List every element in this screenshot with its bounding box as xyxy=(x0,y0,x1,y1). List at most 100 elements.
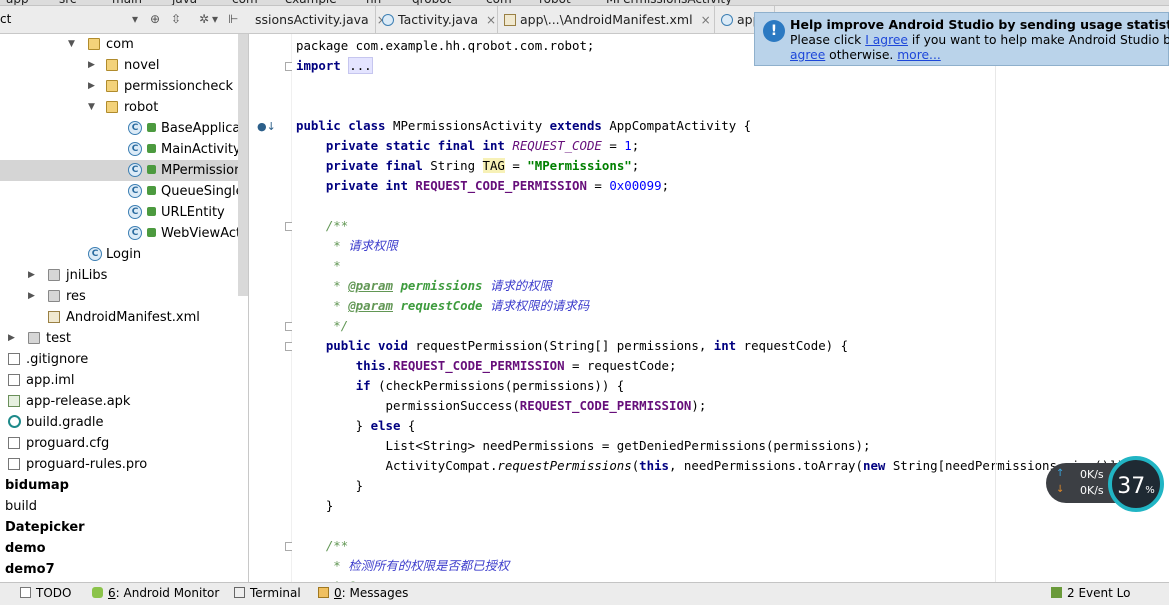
collapsed-arrow-icon[interactable]: ▶ xyxy=(8,328,15,349)
tree-item[interactable]: C MainActivity xyxy=(0,139,248,160)
collapsed-arrow-icon[interactable]: ▶ xyxy=(88,76,95,97)
tree-item[interactable]: ▼ com xyxy=(0,34,248,55)
tree-item[interactable]: ▶ jniLibs xyxy=(0,265,248,286)
collapse-icon[interactable]: ⇳ xyxy=(171,12,181,26)
tree-item[interactable]: ▶ novel xyxy=(0,55,248,76)
tree-item-label: build.gradle xyxy=(26,415,104,430)
tree-item-label: novel xyxy=(124,58,160,73)
code-token: . xyxy=(385,358,393,373)
tree-item[interactable]: build.gradle xyxy=(0,412,248,433)
tree-item-label: test xyxy=(46,331,71,346)
code-token: extends xyxy=(549,118,602,133)
code-token: List<String> needPermissions = getDenied… xyxy=(296,438,871,453)
gradle-icon xyxy=(8,415,21,428)
tree-item-label: .gitignore xyxy=(26,352,89,367)
lock-icon xyxy=(147,123,156,132)
sync-icon[interactable]: ⊕ xyxy=(150,12,160,26)
code-editor[interactable]: package com.example.hh.qrobot.com.robot;… xyxy=(292,34,1169,582)
code-line: * 检测所有的权限是否都已授权 xyxy=(296,556,509,576)
gutter-debug-icon[interactable]: ●↓ xyxy=(257,120,276,133)
tree-item-label: demo7 xyxy=(5,562,55,577)
code-line: private int REQUEST_CODE_PERMISSION = 0x… xyxy=(296,176,669,196)
chevron-down-icon[interactable]: ▾ xyxy=(212,12,218,26)
android-monitor-button[interactable]: 6: Android Monitor xyxy=(92,586,219,600)
info-icon: ! xyxy=(763,20,785,42)
editor-tab[interactable]: app\...\AndroidManifest.xml × xyxy=(498,6,715,33)
tree-item[interactable]: proguard-rules.pro xyxy=(0,454,248,475)
code-token: public class xyxy=(296,118,386,133)
tree-item[interactable]: demo7 xyxy=(0,559,248,580)
tree-item[interactable]: ▶ permissioncheck xyxy=(0,76,248,97)
code-token: 1 xyxy=(624,138,632,153)
tree-item[interactable]: bidumap xyxy=(0,475,248,496)
code-token: private static final int xyxy=(325,138,505,153)
notification-line: agree otherwise. more... xyxy=(790,48,941,62)
tree-item[interactable]: app.iml xyxy=(0,370,248,391)
code-token: new xyxy=(862,458,886,473)
code-line: */ xyxy=(296,316,348,336)
code-line: * @param requestCode 请求权限的请求码 xyxy=(296,296,589,316)
code-token: * xyxy=(296,278,349,293)
tree-item[interactable]: app-release.apk xyxy=(0,391,248,412)
tree-item[interactable]: ▼ robot xyxy=(0,97,248,118)
code-token: * xyxy=(296,238,349,253)
tree-item-label: res xyxy=(66,289,86,304)
close-icon[interactable]: × xyxy=(486,13,496,27)
tree-item[interactable]: C MPermissionsActivity xyxy=(0,160,248,181)
tree-item[interactable]: C Login xyxy=(0,244,248,265)
java-class-icon: C xyxy=(88,247,102,261)
network-speed-widget[interactable]: ↑ 0K/s ↓ 0K/s 37% xyxy=(1046,456,1168,512)
code-token: MPermissionsActivity xyxy=(385,118,550,133)
editor-tab[interactable]: ssionsActivity.java× xyxy=(249,6,387,33)
hide-panel-icon[interactable]: ⊩ xyxy=(228,12,238,26)
expanded-arrow-icon[interactable]: ▼ xyxy=(88,97,95,118)
code-line: package com.example.hh.qrobot.com.robot; xyxy=(296,36,594,56)
expanded-arrow-icon[interactable]: ▼ xyxy=(68,34,75,55)
tree-item[interactable]: C BaseApplication xyxy=(0,118,248,139)
collapsed-arrow-icon[interactable]: ▶ xyxy=(28,286,35,307)
collapsed-arrow-icon[interactable]: ▶ xyxy=(88,55,95,76)
todo-icon xyxy=(20,587,31,598)
tree-item-label: MainActivity xyxy=(161,142,241,157)
code-token: REQUEST_CODE_PERMISSION xyxy=(415,178,587,193)
project-view-label[interactable]: ct xyxy=(0,12,11,26)
tree-item[interactable]: C URLEntity xyxy=(0,202,248,223)
code-token: * xyxy=(296,258,341,273)
terminal-button[interactable]: Terminal xyxy=(234,586,301,600)
event-log-icon xyxy=(1051,587,1062,598)
i-agree-link[interactable]: I agree xyxy=(865,33,908,47)
dont-agree-link[interactable]: agree xyxy=(790,48,825,62)
messages-button[interactable]: 0: Messages xyxy=(318,586,408,600)
gauge-percent: 37 xyxy=(1117,474,1146,499)
code-line: if (checkPermissions(permissions)) { xyxy=(296,376,625,396)
tree-item[interactable]: build xyxy=(0,496,248,517)
folder-icon xyxy=(28,332,40,344)
dropdown-icon[interactable]: ▾ xyxy=(132,12,138,26)
editor-tab[interactable]: Tactivity.java × xyxy=(376,6,498,33)
code-token: ); xyxy=(691,398,707,413)
todo-button[interactable]: TODO xyxy=(20,586,71,600)
tree-item[interactable]: ▶ test xyxy=(0,328,248,349)
code-token: permissions xyxy=(400,278,483,293)
android-icon xyxy=(92,587,103,598)
collapsed-arrow-icon[interactable]: ▶ xyxy=(28,265,35,286)
tree-item[interactable]: AndroidManifest.xml xyxy=(0,307,248,328)
event-log-button[interactable]: 2 Event Lo xyxy=(1051,586,1130,600)
code-token: public void xyxy=(325,338,408,353)
tree-item[interactable]: ▶ res xyxy=(0,286,248,307)
code-token: { xyxy=(400,418,416,433)
close-icon[interactable]: × xyxy=(701,13,711,27)
code-token: /** xyxy=(325,218,349,233)
tree-item[interactable]: Datepicker xyxy=(0,517,248,538)
gear-icon[interactable]: ✲ xyxy=(199,12,209,26)
java-class-icon: C xyxy=(128,163,142,177)
tree-scrollbar[interactable] xyxy=(238,34,248,296)
code-token: 0x00099 xyxy=(609,178,662,193)
tree-item[interactable]: proguard.cfg xyxy=(0,433,248,454)
tree-item[interactable]: C WebViewActivity xyxy=(0,223,248,244)
tree-item[interactable]: .gitignore xyxy=(0,349,248,370)
more-link[interactable]: more... xyxy=(897,48,941,62)
tree-item[interactable]: demo xyxy=(0,538,248,559)
tree-item[interactable]: C QueueSingleton xyxy=(0,181,248,202)
